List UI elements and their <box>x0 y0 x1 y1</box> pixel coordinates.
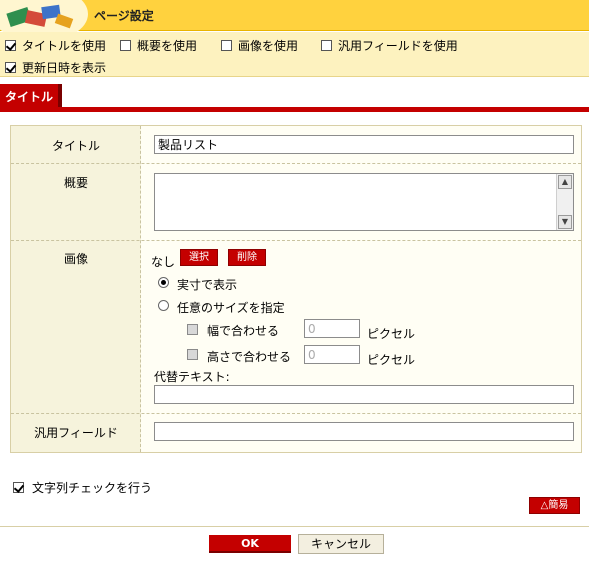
option-use-image-label: 画像を使用 <box>238 39 299 53</box>
fit-width-unit: ピクセル <box>367 327 416 341</box>
fit-height-unit: ピクセル <box>367 353 416 367</box>
option-show-updated-label: 更新日時を表示 <box>22 61 107 75</box>
simple-mode-button[interactable]: △簡易 <box>529 497 580 514</box>
fit-width-input[interactable] <box>304 319 360 338</box>
generic-field-label: 汎用フィールド <box>34 426 118 440</box>
checkbox-use-summary[interactable] <box>120 40 131 51</box>
tab-title[interactable]: タイトル <box>0 84 60 107</box>
checkbox-string-check[interactable] <box>13 482 24 493</box>
option-use-summary-label: 概要を使用 <box>137 39 198 53</box>
form-panel: タイトル 概要 ▲ ▼ 画像 なし 選択 削除 実寸で表示 任意のサイズを指定 … <box>10 125 582 453</box>
checkbox-fit-width[interactable] <box>187 324 198 335</box>
summary-textarea[interactable]: ▲ ▼ <box>154 173 574 231</box>
fit-height-input[interactable] <box>304 345 360 364</box>
checkbox-use-title[interactable] <box>5 40 16 51</box>
title-input[interactable] <box>154 135 574 154</box>
string-check-option[interactable]: 文字列チェックを行う <box>13 479 152 496</box>
checkbox-show-updated[interactable] <box>5 62 16 73</box>
tab-bar: タイトル <box>0 84 589 112</box>
footer-bar: OK キャンセル <box>0 526 589 562</box>
alt-text-input[interactable] <box>154 385 574 404</box>
option-use-summary[interactable]: 概要を使用 <box>120 37 197 54</box>
select-image-button[interactable]: 選択 <box>180 249 218 266</box>
radio-actual-size-label: 実寸で表示 <box>177 278 238 292</box>
page-header: ページ設定 <box>0 0 589 42</box>
ok-button[interactable]: OK <box>209 535 291 553</box>
option-use-image[interactable]: 画像を使用 <box>221 37 298 54</box>
delete-image-button[interactable]: 削除 <box>228 249 266 266</box>
option-use-generic-field-label: 汎用フィールドを使用 <box>338 39 458 53</box>
checkbox-use-generic-field[interactable] <box>321 40 332 51</box>
scroll-down-icon[interactable]: ▼ <box>558 215 572 229</box>
fit-width-label: 幅で合わせる <box>207 324 280 338</box>
generic-field-input[interactable] <box>154 422 574 441</box>
image-field-label: 画像 <box>63 252 88 266</box>
option-show-updated[interactable]: 更新日時を表示 <box>5 59 106 76</box>
option-use-generic-field[interactable]: 汎用フィールドを使用 <box>321 37 458 54</box>
cancel-button[interactable]: キャンセル <box>298 534 384 554</box>
scroll-up-icon[interactable]: ▲ <box>558 175 572 189</box>
options-bar: タイトルを使用 概要を使用 画像を使用 汎用フィールドを使用 更新日時を表示 <box>0 32 589 77</box>
checkbox-fit-height[interactable] <box>187 349 198 360</box>
fit-height-label: 高さで合わせる <box>207 350 292 364</box>
page-title: ページ設定 <box>94 9 154 23</box>
radio-actual-size[interactable] <box>158 277 169 288</box>
radio-custom-size-label: 任意のサイズを指定 <box>177 301 285 315</box>
option-use-title-label: タイトルを使用 <box>22 39 107 53</box>
alt-text-label: 代替テキスト: <box>154 370 230 384</box>
image-none-text: なし <box>151 255 176 269</box>
string-check-label: 文字列チェックを行う <box>32 481 153 495</box>
radio-custom-size[interactable] <box>158 300 169 311</box>
title-field-label: タイトル <box>51 139 100 153</box>
option-use-title[interactable]: タイトルを使用 <box>5 37 106 54</box>
checkbox-use-image[interactable] <box>221 40 232 51</box>
summary-field-label: 概要 <box>63 176 88 190</box>
summary-scrollbar[interactable]: ▲ ▼ <box>556 174 573 230</box>
